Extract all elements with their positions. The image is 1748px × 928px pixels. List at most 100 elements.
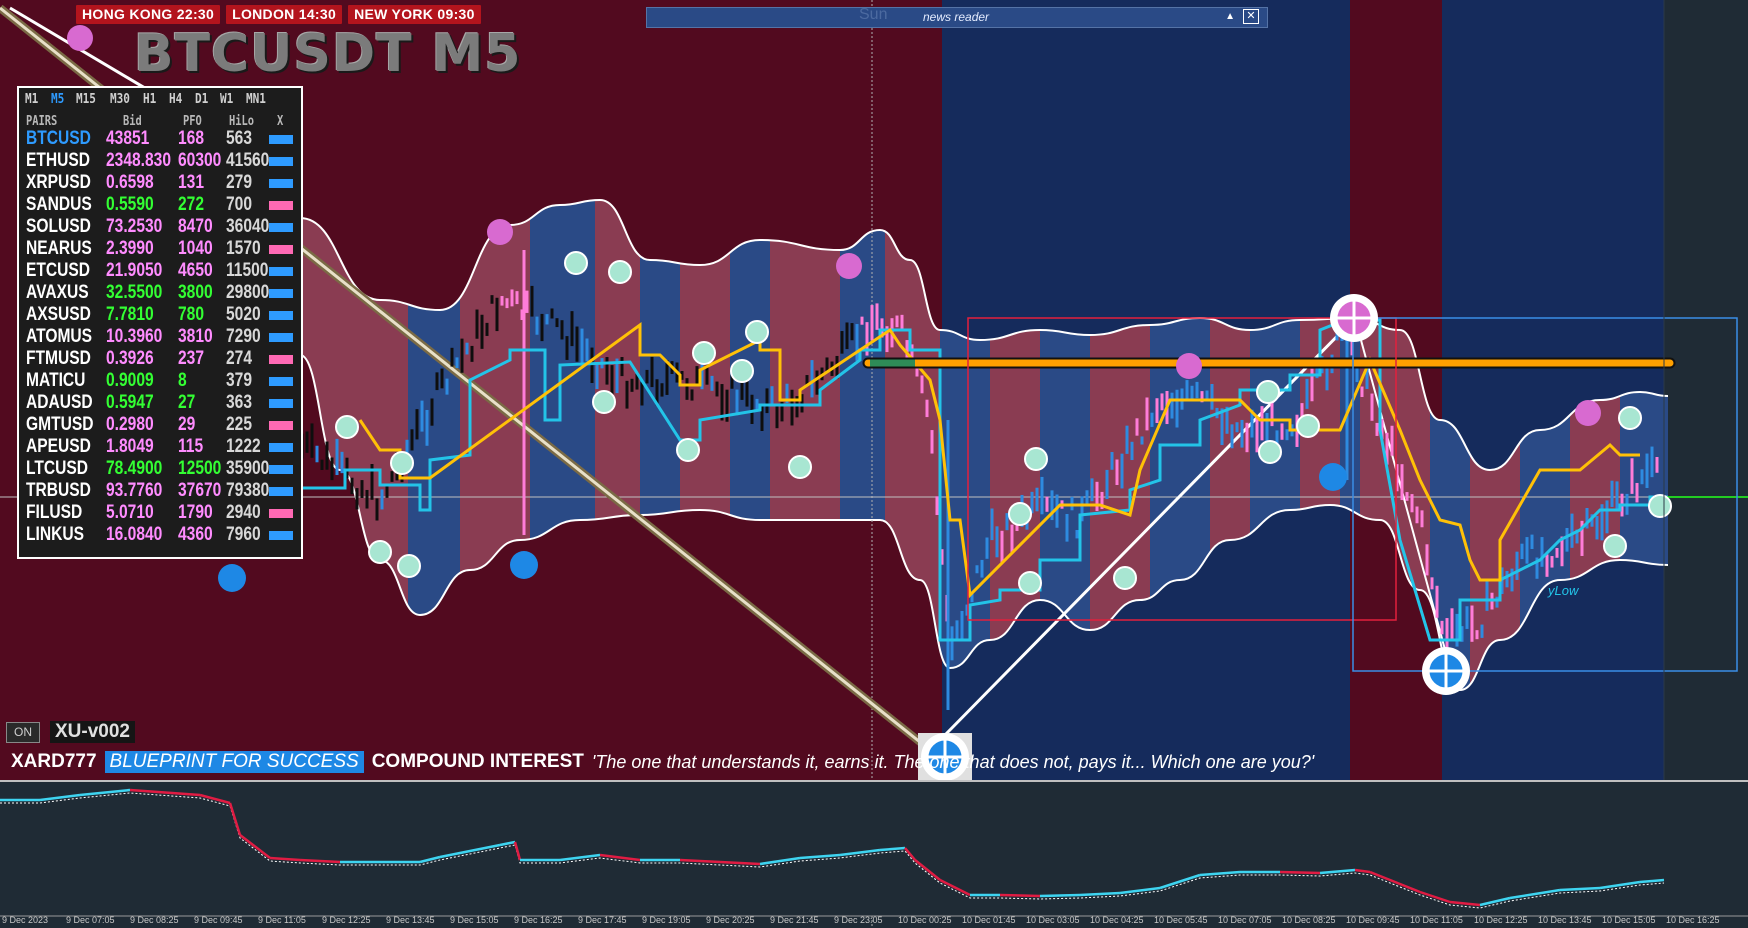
pair-bid: 1.8049: [106, 436, 154, 457]
pair-bid: 21.9050: [106, 260, 163, 281]
pair-hilo: 363: [226, 392, 252, 413]
pair-direction-flag[interactable]: [269, 421, 293, 430]
pair-pfo: 131: [178, 172, 204, 193]
pair-direction-flag[interactable]: [269, 179, 293, 188]
pair-direction-flag[interactable]: [269, 135, 293, 144]
low-signal-dot: [592, 390, 616, 414]
pair-direction-flag[interactable]: [269, 377, 293, 386]
pair-direction-flag[interactable]: [269, 311, 293, 320]
header-x: X: [277, 114, 284, 129]
pair-row[interactable]: TRBUSD 93.7760 37670 79380: [26, 480, 301, 502]
high-signal-dot: [487, 219, 513, 245]
clock-london: LONDON 14:30: [226, 5, 343, 24]
pair-row[interactable]: AVAXUS 32.5500 3800 29800: [26, 282, 301, 304]
pair-direction-flag[interactable]: [269, 289, 293, 298]
time-label: 9 Dec 17:45: [578, 915, 627, 925]
pair-row[interactable]: SOLUSD 73.2530 8470 36040: [26, 216, 301, 238]
news-reader-bar[interactable]: Sun news reader ▲ ✕: [646, 6, 1268, 28]
pair-row[interactable]: ETCUSD 21.9050 4650 11500: [26, 260, 301, 282]
pair-direction-flag[interactable]: [269, 399, 293, 408]
high-signal-dot: [836, 253, 862, 279]
pair-row[interactable]: ETHUSD 2348.830 60300 41560: [26, 150, 301, 172]
banner-title: COMPOUND INTEREST: [371, 751, 584, 772]
pair-hilo: 225: [226, 414, 252, 435]
pair-direction-flag[interactable]: [269, 465, 293, 474]
timeframe-selector: M1 M5 M15 M30 H1 H4 D1 W1 MN1: [25, 92, 279, 107]
pair-direction-flag[interactable]: [269, 355, 293, 364]
pair-row[interactable]: AXSUSD 7.7810 780 5020: [26, 304, 301, 326]
low-signal-dot: [1618, 406, 1642, 430]
pair-direction-flag[interactable]: [269, 509, 293, 518]
pair-bid: 73.2530: [106, 216, 163, 237]
pair-direction-flag[interactable]: [269, 531, 293, 540]
pair-pfo: 29: [178, 414, 196, 435]
pair-bid: 78.4900: [106, 458, 163, 479]
pair-row[interactable]: MATICU 0.9009 8 379: [26, 370, 301, 392]
pair-row[interactable]: SANDUS 0.5590 272 700: [26, 194, 301, 216]
timeframe-m15[interactable]: M15: [76, 92, 96, 107]
clock-new-york: NEW YORK 09:30: [348, 5, 481, 24]
pair-direction-flag[interactable]: [269, 487, 293, 496]
pair-row[interactable]: NEARUS 2.3990 1040 1570: [26, 238, 301, 260]
pair-row[interactable]: LINKUS 16.0840 4360 7960: [26, 524, 301, 546]
sub-indicator-segment: [1279, 870, 1321, 875]
pair-direction-flag[interactable]: [269, 157, 293, 166]
session-bg-future: [1664, 0, 1748, 780]
pair-symbol: ETHUSD: [26, 150, 91, 171]
timeframe-m30[interactable]: M30: [110, 92, 130, 107]
pair-hilo: 1222: [226, 436, 261, 457]
banner-quote: 'The one that understands it, earns it. …: [591, 751, 1315, 772]
timeframe-mn1[interactable]: MN1: [246, 92, 266, 107]
pair-row[interactable]: ATOMUS 10.3960 3810 7290: [26, 326, 301, 348]
time-label: 10 Dec 07:05: [1218, 915, 1272, 925]
pair-hilo: 5020: [226, 304, 261, 325]
pair-symbol: APEUSD: [26, 436, 91, 457]
pair-row[interactable]: FTMUSD 0.3926 237 274: [26, 348, 301, 370]
pair-row[interactable]: APEUSD 1.8049 115 1222: [26, 436, 301, 458]
pair-row[interactable]: ADAUSD 0.5947 27 363: [26, 392, 301, 414]
pair-direction-flag[interactable]: [269, 245, 293, 254]
time-label: 9 Dec 20:25: [706, 915, 755, 925]
sub-indicator-segment: [999, 893, 1041, 898]
pair-row[interactable]: BTCUSD 43851 168 563: [26, 128, 301, 150]
low-signal-dot: [1258, 440, 1282, 464]
on-toggle-button[interactable]: ON: [6, 722, 40, 743]
pair-direction-flag[interactable]: [269, 223, 293, 232]
timeframe-m5[interactable]: M5: [51, 92, 64, 107]
high-signal-dot: [1176, 353, 1202, 379]
time-label: 10 Dec 15:05: [1602, 915, 1656, 925]
pair-symbol: SOLUSD: [26, 216, 91, 237]
pair-hilo: 35900: [226, 458, 270, 479]
time-label: 10 Dec 00:25: [898, 915, 952, 925]
pair-row[interactable]: GMTUSD 0.2980 29 225: [26, 414, 301, 436]
pair-pfo: 115: [178, 436, 204, 457]
pair-hilo: 274: [226, 348, 252, 369]
time-label: 10 Dec 04:25: [1090, 915, 1144, 925]
pair-pfo: 1790: [178, 502, 213, 523]
pair-row[interactable]: XRPUSD 0.6598 131 279: [26, 172, 301, 194]
pair-direction-flag[interactable]: [269, 201, 293, 210]
pair-direction-flag[interactable]: [269, 333, 293, 342]
pair-hilo: 379: [226, 370, 252, 391]
pair-symbol: ADAUSD: [26, 392, 93, 413]
pair-hilo: 700: [226, 194, 252, 215]
timeframe-m1[interactable]: M1: [25, 92, 38, 107]
pair-direction-flag[interactable]: [269, 267, 293, 276]
pair-row[interactable]: LTCUSD 78.4900 12500 35900: [26, 458, 301, 480]
pair-direction-flag[interactable]: [269, 443, 293, 452]
buy-signal-dot: [218, 564, 246, 592]
close-icon[interactable]: ✕: [1243, 9, 1259, 24]
pair-row[interactable]: FILUSD 5.0710 1790 2940: [26, 502, 301, 524]
time-label: 9 Dec 12:25: [322, 915, 371, 925]
pair-bid: 7.7810: [106, 304, 154, 325]
timeframe-w1[interactable]: W1: [220, 92, 233, 107]
pair-bid: 0.9009: [106, 370, 154, 391]
world-clocks: HONG KONG 22:30 LONDON 14:30 NEW YORK 09…: [76, 5, 481, 24]
timeframe-h4[interactable]: H4: [169, 92, 182, 107]
triangle-up-icon[interactable]: ▲: [1225, 11, 1235, 22]
timeframe-h1[interactable]: H1: [143, 92, 156, 107]
header-bid: Bid: [123, 114, 142, 129]
pair-bid: 0.5947: [106, 392, 154, 413]
pair-bid: 0.5590: [106, 194, 154, 215]
timeframe-d1[interactable]: D1: [195, 92, 208, 107]
